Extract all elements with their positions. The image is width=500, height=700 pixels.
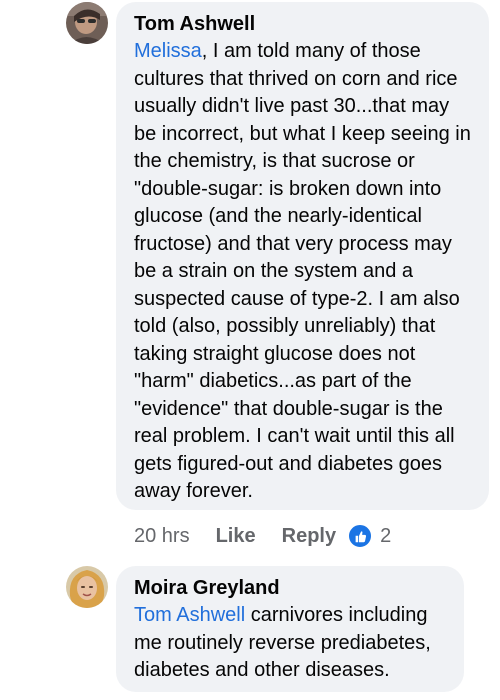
mention-link[interactable]: Melissa: [134, 40, 202, 62]
comment-bubble: Moira Greyland Tom Ashwell carnivores in…: [116, 566, 464, 692]
reply-button[interactable]: Reply: [282, 525, 336, 548]
comment-author[interactable]: Moira Greyland: [134, 574, 452, 602]
comment-text: Tom Ashwell carnivores including me rout…: [134, 602, 452, 685]
mention-link[interactable]: Tom Ashwell: [134, 604, 245, 626]
like-button[interactable]: Like: [216, 525, 256, 548]
avatar[interactable]: [66, 566, 108, 608]
avatar[interactable]: [66, 2, 108, 44]
comment-timestamp[interactable]: 20 hrs: [134, 525, 190, 548]
avatar-photo: [66, 566, 108, 608]
comment-bubble: Tom Ashwell Melissa, I am told many of t…: [116, 2, 489, 510]
comment-body: , I am told many of those cultures that …: [134, 40, 471, 502]
comment-tom-ashwell: Tom Ashwell Melissa, I am told many of t…: [0, 0, 500, 560]
comment-text: Melissa, I am told many of those culture…: [134, 38, 473, 506]
comment-author[interactable]: Tom Ashwell: [134, 10, 473, 38]
comment-moira-greyland: Moira Greyland Tom Ashwell carnivores in…: [0, 560, 500, 700]
comment-actions: 20 hrs Like Reply 2: [134, 522, 391, 550]
like-icon: [348, 524, 373, 548]
avatar-photo: [66, 2, 108, 44]
reaction-summary[interactable]: 2: [348, 524, 392, 548]
reaction-count: 2: [380, 524, 392, 547]
